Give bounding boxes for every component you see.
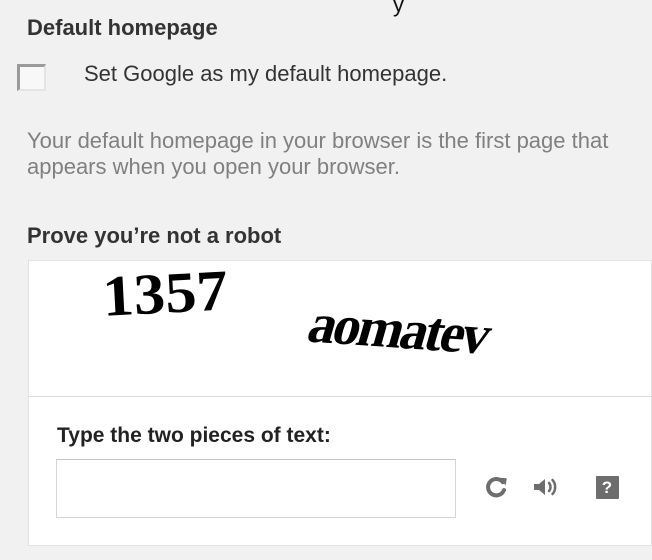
captcha-panel: 1357 aomatev Type the two pieces of text… <box>28 257 652 546</box>
help-glyph: ? <box>595 475 619 499</box>
captcha-word-2: aomatev <box>301 293 496 367</box>
cutoff-text-fragment: y <box>393 0 404 17</box>
audio-icon[interactable] <box>531 472 561 502</box>
default-homepage-title: Default homepage <box>27 15 218 40</box>
default-homepage-help-text: Your default homepage in your browser is… <box>27 128 609 179</box>
refresh-icon[interactable] <box>481 472 511 502</box>
captcha-prompt: Type the two pieces of text: <box>57 424 331 447</box>
help-icon[interactable]: ? <box>592 472 622 502</box>
captcha-image: 1357 aomatev <box>29 257 651 397</box>
robot-check-title: Prove you’re not a robot <box>27 223 282 248</box>
captcha-input[interactable] <box>56 459 456 518</box>
captcha-word-1: 1357 <box>100 257 230 329</box>
default-homepage-checkbox[interactable] <box>17 64 46 91</box>
default-homepage-checkbox-label[interactable]: Set Google as my default homepage. <box>84 61 447 87</box>
